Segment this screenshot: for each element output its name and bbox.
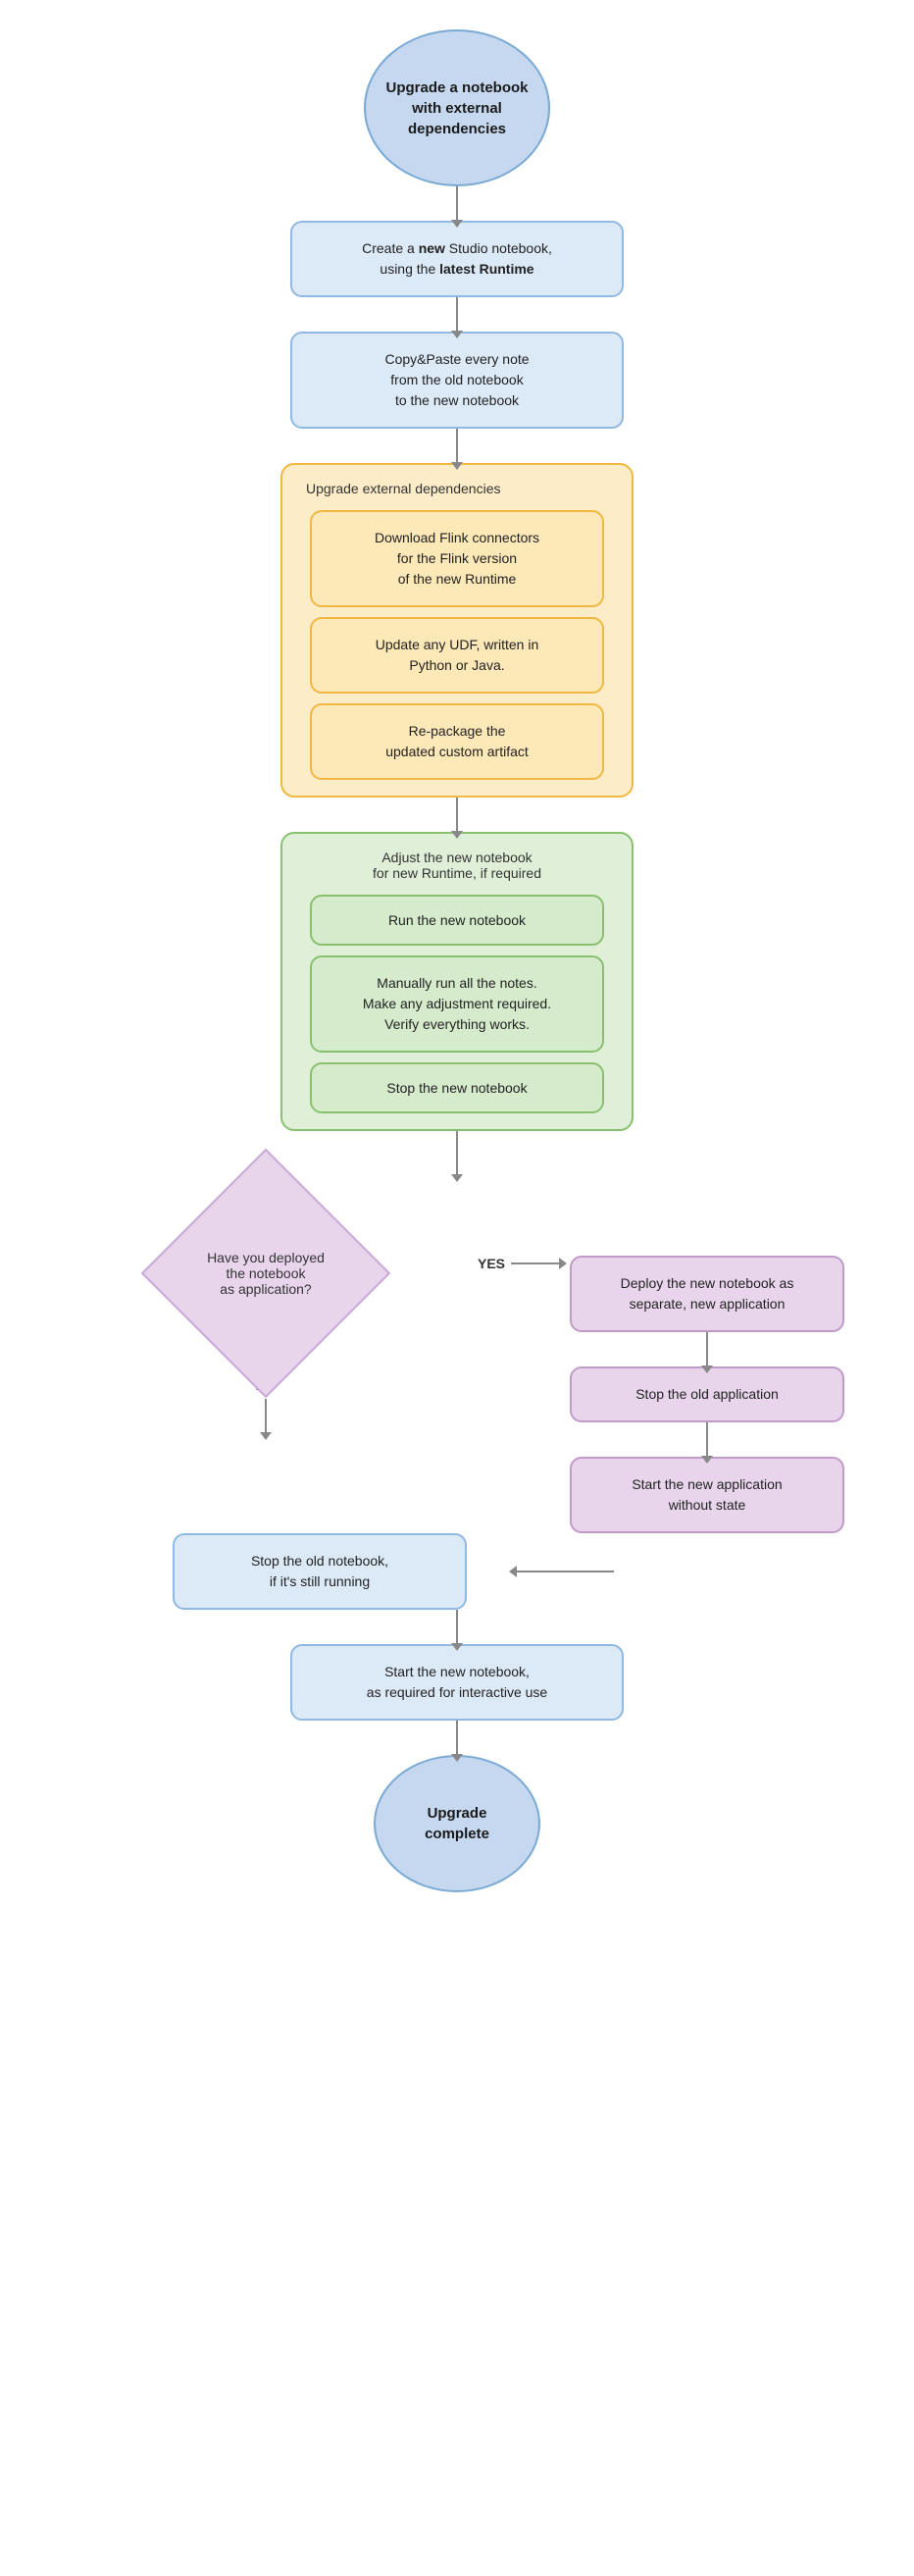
merge-arrow — [516, 1571, 614, 1572]
arrow-4 — [456, 798, 458, 832]
left-branch: Have you deployedthe notebookas applicat… — [60, 1175, 472, 1433]
stop-old-node: Stop the old notebook,if it's still runn… — [173, 1533, 467, 1610]
step2-node: Copy&Paste every notefrom the old notebo… — [290, 332, 624, 429]
diamond-label: Have you deployedthe notebookas applicat… — [192, 1250, 339, 1297]
orange-label-2: Update any UDF, written inPython or Java… — [376, 635, 539, 676]
start-new-label: Start the new notebook,as required for i… — [367, 1662, 547, 1703]
arrow-6 — [456, 1610, 458, 1644]
right-arrow-1 — [706, 1332, 708, 1366]
flowchart: Upgrade a notebook with external depende… — [0, 0, 914, 1922]
start-label: Upgrade a notebook with external depende… — [385, 77, 529, 139]
step1-node: Create a new Studio notebook,using the l… — [290, 221, 624, 297]
orange-label-1: Download Flink connectorsfor the Flink v… — [375, 528, 539, 590]
right-branch: Deploy the new notebook asseparate, new … — [560, 1256, 854, 1533]
right-label-3: Start the new applicationwithout state — [632, 1474, 782, 1516]
arrow-7 — [456, 1721, 458, 1755]
orange-container: Upgrade external dependencies Download F… — [280, 463, 634, 798]
left-merge: Stop the old notebook,if it's still runn… — [114, 1533, 526, 1610]
start-node: Upgrade a notebook with external depende… — [364, 29, 550, 186]
green-label-2: Manually run all the notes.Make any adju… — [363, 973, 551, 1035]
step2-label: Copy&Paste every notefrom the old notebo… — [384, 349, 529, 411]
branch-section: Have you deployedthe notebookas applicat… — [0, 1175, 914, 1533]
orange-label-3: Re-package theupdated custom artifact — [385, 721, 529, 762]
arrow-2 — [456, 297, 458, 332]
arrow-5 — [456, 1131, 458, 1175]
green-label-3: Stop the new notebook — [386, 1080, 527, 1096]
green-node-1: Run the new notebook — [310, 895, 604, 946]
green-container: Adjust the new notebookfor new Runtime, … — [280, 832, 634, 1131]
yes-arrow — [511, 1262, 560, 1264]
arrow-1 — [456, 186, 458, 221]
orange-container-label: Upgrade external dependencies — [298, 481, 616, 496]
right-arrow-2 — [706, 1422, 708, 1457]
green-container-label: Adjust the new notebookfor new Runtime, … — [298, 850, 616, 881]
stop-old-label: Stop the old notebook,if it's still runn… — [251, 1551, 388, 1592]
diamond-node: Have you deployedthe notebookas applicat… — [168, 1175, 364, 1371]
orange-node-1: Download Flink connectorsfor the Flink v… — [310, 510, 604, 607]
right-label-2: Stop the old application — [635, 1384, 779, 1405]
green-label-1: Run the new notebook — [388, 912, 526, 928]
yes-branch: YES Deploy the new notebook asseparate, … — [472, 1256, 854, 1533]
arrow-no — [265, 1399, 267, 1433]
step1-label: Create a new Studio notebook,using the l… — [362, 238, 552, 280]
start-new-node: Start the new notebook,as required for i… — [290, 1644, 624, 1721]
green-node-3: Stop the new notebook — [310, 1062, 604, 1113]
right-node-3: Start the new applicationwithout state — [570, 1457, 844, 1533]
orange-node-2: Update any UDF, written inPython or Java… — [310, 617, 604, 694]
left-arrow — [516, 1571, 614, 1572]
green-node-2: Manually run all the notes.Make any adju… — [310, 955, 604, 1053]
right-node-2: Stop the old application — [570, 1366, 844, 1422]
end-label: Upgradecomplete — [425, 1803, 489, 1844]
yes-label: YES — [472, 1256, 511, 1271]
right-label-1: Deploy the new notebook asseparate, new … — [621, 1273, 794, 1314]
orange-node-3: Re-package theupdated custom artifact — [310, 703, 604, 780]
arrow-3 — [456, 429, 458, 463]
merge-row: Stop the old notebook,if it's still runn… — [114, 1533, 800, 1610]
yes-arrow-group: YES — [472, 1256, 560, 1271]
right-node-1: Deploy the new notebook asseparate, new … — [570, 1256, 844, 1332]
end-node: Upgradecomplete — [374, 1755, 540, 1892]
